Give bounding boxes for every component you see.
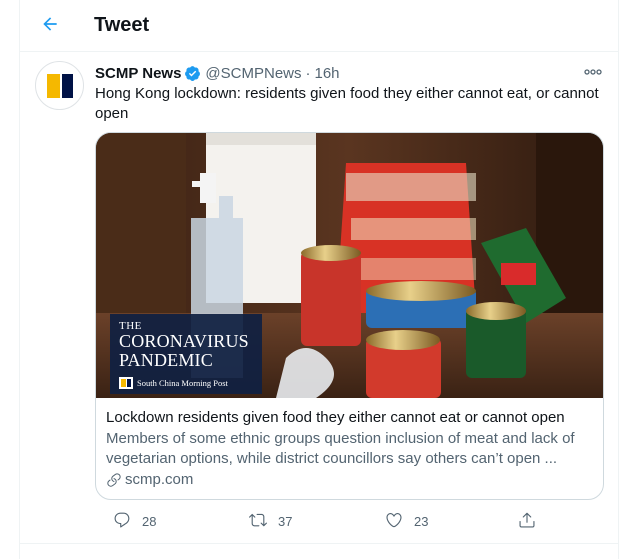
card-image: THE CORONAVIRUS PANDEMIC South China Mor… [96, 133, 603, 398]
tweet-author: SCMP News @SCMPNews · 16h [95, 63, 340, 83]
share-icon [518, 511, 536, 532]
card-domain-text: scmp.com [125, 471, 194, 488]
retweet-count: 37 [278, 513, 293, 529]
page-title: Tweet [94, 14, 150, 36]
link-icon [106, 472, 122, 488]
tweet-text: Hong Kong lockdown: residents given food… [95, 85, 599, 122]
back-button[interactable] [37, 13, 63, 39]
badge-line-3: PANDEMIC [119, 350, 213, 370]
like-button[interactable]: 23 [385, 508, 428, 534]
tweet-actions: 28 37 23 [95, 508, 535, 534]
arrow-left-icon [40, 14, 60, 39]
separator-dot: · [305, 64, 311, 82]
card-domain: scmp.com [106, 470, 596, 490]
more-options-button[interactable] [578, 62, 608, 82]
card-title: Lockdown residents given food they eithe… [106, 409, 565, 426]
divider [20, 543, 618, 544]
card-body: Lockdown residents given food they eithe… [106, 408, 596, 490]
author-display-name[interactable]: SCMP News [95, 65, 181, 82]
share-button[interactable] [518, 508, 536, 534]
retweet-button[interactable]: 37 [249, 508, 292, 534]
reply-icon [113, 511, 131, 532]
scmp-logo-icon [119, 377, 133, 389]
avatar[interactable] [35, 61, 84, 110]
link-card[interactable]: THE CORONAVIRUS PANDEMIC South China Mor… [95, 132, 604, 500]
badge-line-2: CORONAVIRUS [119, 331, 249, 351]
tweet-detail-column: Tweet SCMP News @SCMPNews · 16h Hong Kon… [19, 0, 619, 559]
verified-badge-icon [184, 65, 201, 82]
tweet-timestamp[interactable]: 16h [315, 65, 340, 82]
like-count: 23 [414, 513, 429, 529]
card-description: Members of some ethnic groups question i… [106, 430, 575, 467]
publisher-name: South China Morning Post [137, 378, 228, 388]
coronavirus-pandemic-badge: THE CORONAVIRUS PANDEMIC South China Mor… [110, 314, 262, 394]
heart-icon [385, 511, 403, 532]
header-bar: Tweet [20, 0, 618, 52]
publisher-logo: South China Morning Post [119, 377, 228, 389]
reply-count: 28 [142, 513, 157, 529]
author-handle[interactable]: @SCMPNews [205, 65, 301, 82]
more-horizontal-icon [584, 63, 602, 81]
reply-button[interactable]: 28 [113, 508, 156, 534]
retweet-icon [249, 511, 267, 532]
